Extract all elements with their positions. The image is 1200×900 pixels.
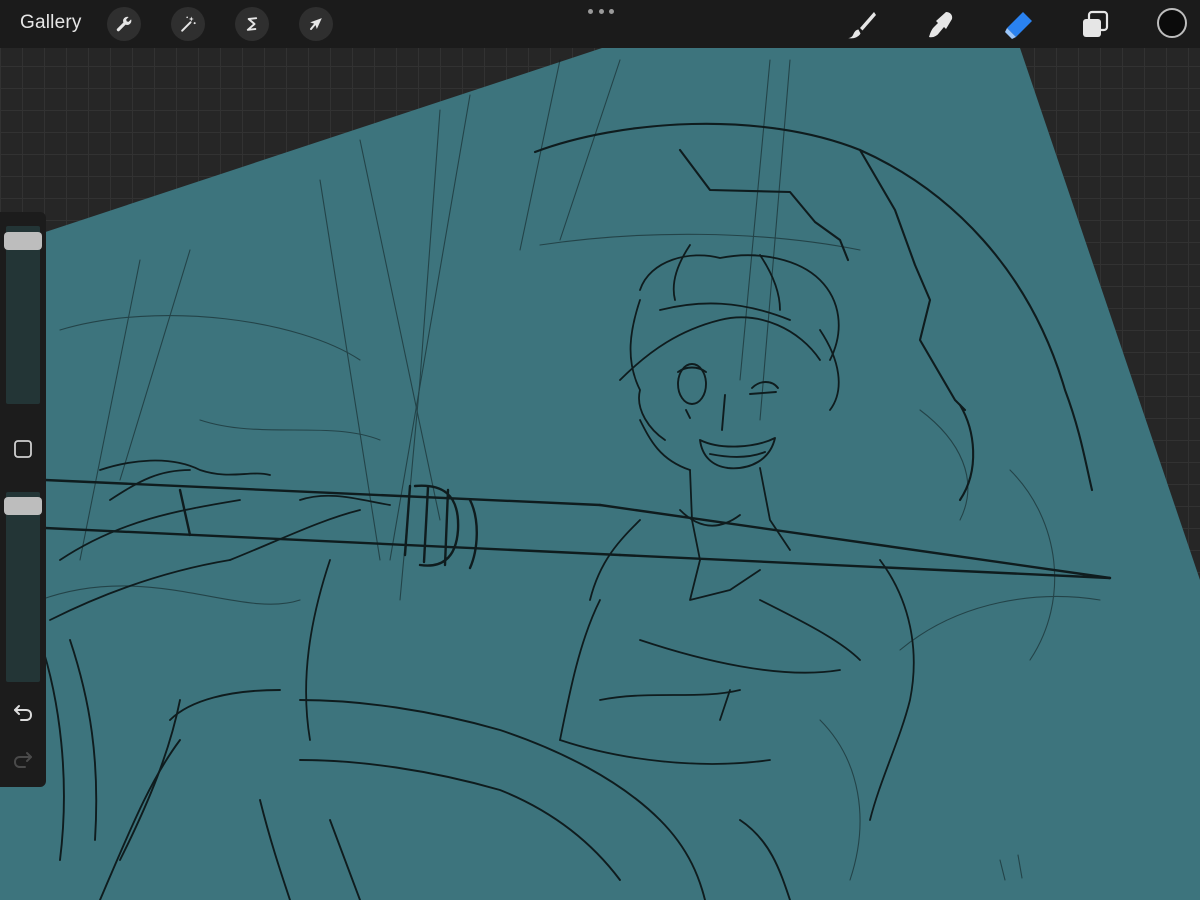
arrow-cursor-icon [310, 18, 322, 30]
square-outline-icon[interactable] [13, 439, 33, 459]
smudge-finger-icon [929, 12, 953, 38]
three-dots-icon[interactable] [588, 9, 614, 15]
dot [588, 9, 593, 14]
brush-icon [848, 12, 876, 39]
magic-wand-icon [181, 16, 196, 32]
undo-arrow-icon[interactable] [11, 700, 35, 724]
layers-icon [1083, 10, 1109, 37]
brush-size-slider[interactable] [6, 226, 40, 404]
brush-tool-button[interactable] [845, 8, 879, 42]
transform-button[interactable] [299, 7, 333, 41]
canvas-paper [0, 48, 1200, 900]
drawing-canvas[interactable] [0, 0, 1200, 900]
wrench-icon [116, 16, 132, 32]
gallery-button[interactable]: Gallery [20, 12, 82, 34]
selection-s-icon [246, 17, 258, 31]
eraser-icon [1005, 12, 1032, 39]
adjustments-button[interactable] [171, 7, 205, 41]
eraser-tool-button[interactable] [1001, 8, 1035, 42]
dot [609, 9, 614, 14]
opacity-handle[interactable] [4, 497, 42, 515]
dot [598, 9, 604, 14]
selection-button[interactable] [235, 7, 269, 41]
top-toolbar: Gallery [0, 0, 1200, 48]
layers-button[interactable] [1078, 8, 1112, 42]
opacity-slider[interactable] [6, 492, 40, 682]
actions-button[interactable] [107, 7, 141, 41]
brush-size-handle[interactable] [4, 232, 42, 250]
color-picker-button[interactable] [1157, 8, 1187, 38]
smudge-tool-button[interactable] [923, 8, 957, 42]
procreate-app: Gallery [0, 0, 1200, 900]
redo-arrow-icon[interactable] [11, 747, 35, 771]
left-sidebar [0, 212, 46, 787]
